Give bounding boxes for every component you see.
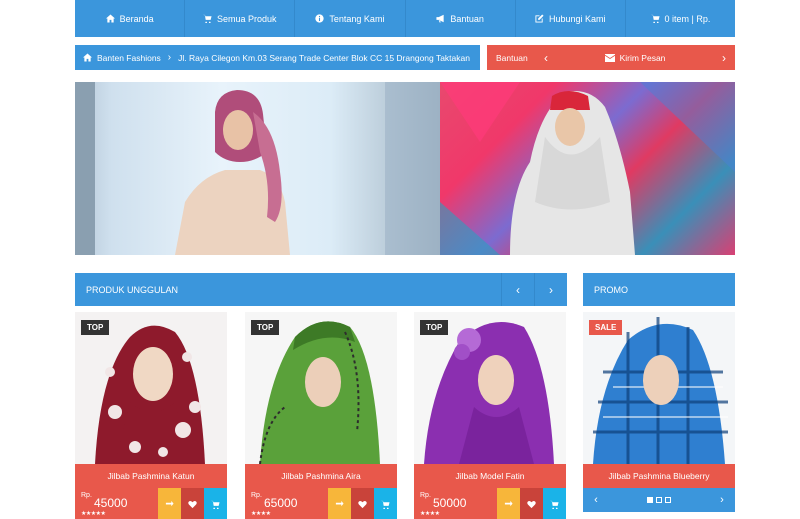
promo-header: PROMO (583, 273, 735, 306)
compare-button[interactable] (158, 488, 181, 519)
top-badge: TOP (81, 320, 110, 335)
add-to-cart-button[interactable] (543, 488, 566, 519)
bullhorn-icon (436, 14, 444, 23)
currency-label: Rp. (81, 492, 92, 499)
edit-icon (535, 14, 544, 23)
banner-model-right (440, 82, 735, 255)
nav-item-semua-produk[interactable]: Semua Produk (185, 0, 296, 37)
product-name-link[interactable]: Jilbab Pashmina Katun (75, 464, 227, 488)
pagination-dot[interactable] (665, 497, 671, 503)
cart-icon (381, 500, 390, 509)
heart-icon (527, 500, 536, 508)
breadcrumb: Banten Fashions › Jl. Raya Cilegon Km.03… (75, 45, 480, 70)
help-next-arrow-icon[interactable]: › (713, 51, 735, 65)
sale-badge: SALE (589, 320, 623, 335)
compare-button[interactable] (328, 488, 351, 519)
cart-icon (550, 500, 559, 509)
featured-prev-button[interactable]: ‹ (501, 273, 534, 306)
top-badge: TOP (251, 320, 280, 335)
heart-icon (188, 500, 197, 508)
nav-label: Tentang Kami (329, 13, 385, 24)
promo-name-link[interactable]: Jilbab Pashmina Blueberry (583, 464, 735, 488)
pagination-dot[interactable] (656, 497, 662, 503)
cart-icon (650, 14, 660, 23)
help-label: Bantuan (496, 52, 528, 63)
promo-pagination (609, 497, 709, 503)
cart-icon (202, 14, 212, 23)
featured-products-title: PRODUK UNGGULAN (86, 284, 179, 295)
currency-label: Rp. (251, 492, 262, 499)
cart-icon (211, 500, 220, 509)
heart-icon (358, 500, 367, 508)
rating-stars: ★★★★ (420, 511, 440, 517)
wishlist-button[interactable] (351, 488, 374, 519)
rating-stars: ★★★★★ (81, 511, 106, 517)
nav-item-tentang-kami[interactable]: Tentang Kami (295, 0, 406, 37)
envelope-icon (604, 53, 615, 62)
product-info: Rp. 45000 ★★★★★ (75, 488, 227, 519)
breadcrumb-address: Jl. Raya Cilegon Km.03 Serang Trade Cent… (178, 52, 470, 63)
product-image[interactable]: TOP (414, 312, 566, 464)
product-price: 50000 (433, 496, 467, 510)
promo-next-arrow-icon[interactable]: › (709, 494, 735, 506)
rating-stars: ★★★★ (251, 511, 271, 517)
info-icon (315, 14, 325, 23)
compare-icon (335, 500, 344, 506)
send-message-label: Kirim Pesan (619, 52, 666, 63)
home-icon (105, 14, 115, 23)
nav-item-bantuan[interactable]: Bantuan (406, 0, 516, 37)
product-info: Rp. 65000 ★★★★ (245, 488, 397, 519)
wishlist-button[interactable] (520, 488, 543, 519)
promo-card: SALE Jilbab Pashmina Blueberry ‹ › (583, 312, 735, 519)
product-name-link[interactable]: Jilbab Pashmina Aira (245, 464, 397, 488)
product-price: 65000 (264, 496, 298, 510)
promo-image[interactable]: SALE (583, 312, 735, 464)
product-image[interactable]: TOP (75, 312, 227, 464)
currency-label: Rp. (420, 492, 431, 499)
nav-item-beranda[interactable]: Beranda (75, 0, 186, 37)
product-card: TOP Jilbab Model Fatin Rp. 50000 ★★★★ (414, 312, 566, 519)
product-price: 45000 (94, 496, 128, 510)
compare-button[interactable] (497, 488, 520, 519)
compare-icon (165, 500, 174, 506)
nav-label: Bantuan (450, 13, 484, 24)
pagination-dot[interactable] (647, 497, 653, 503)
product-name-link[interactable]: Jilbab Model Fatin (414, 464, 566, 488)
product-image[interactable]: TOP (245, 312, 397, 464)
banner-photo-left (75, 82, 440, 255)
help-bar: Bantuan ‹ Kirim Pesan › (487, 45, 735, 70)
nav-label: Hubungi Kami (549, 13, 606, 24)
product-card: TOP Jilbab Pashmina Katun Rp. 45000 ★★★★… (75, 312, 227, 519)
promo-carousel-controls: ‹ › (583, 488, 735, 512)
help-prev-arrow-icon[interactable]: ‹ (535, 51, 557, 65)
featured-next-button[interactable]: › (534, 273, 567, 306)
wishlist-button[interactable] (181, 488, 204, 519)
nav-item-cart-summary[interactable]: 0 item | Rp. (626, 0, 735, 37)
breadcrumb-home-link[interactable]: Banten Fashions (97, 53, 161, 63)
nav-label: Semua Produk (216, 13, 277, 24)
product-card: TOP Jilbab Pashmina Aira Rp. 65000 ★★★★ (245, 312, 397, 519)
add-to-cart-button[interactable] (374, 488, 397, 519)
nav-label: Beranda (119, 13, 154, 24)
top-navigation: Beranda Semua Produk Tentang Kami Bantua… (75, 0, 735, 37)
promo-title: PROMO (594, 284, 629, 295)
add-to-cart-button[interactable] (204, 488, 227, 519)
breadcrumb-separator-icon: › (167, 52, 172, 63)
hero-banner[interactable] (75, 82, 735, 255)
send-message-button[interactable]: Kirim Pesan (557, 53, 713, 63)
featured-products-header: PRODUK UNGGULAN ‹ › (75, 273, 567, 306)
banner-photo-right (440, 82, 735, 255)
product-info: Rp. 50000 ★★★★ (414, 488, 566, 519)
nav-label: 0 item | Rp. (664, 13, 711, 24)
nav-item-hubungi-kami[interactable]: Hubungi Kami (516, 0, 626, 37)
promo-prev-arrow-icon[interactable]: ‹ (583, 494, 609, 506)
banner-model-left (75, 82, 440, 255)
compare-icon (504, 500, 513, 506)
home-icon (83, 53, 92, 62)
top-badge: TOP (420, 320, 449, 335)
